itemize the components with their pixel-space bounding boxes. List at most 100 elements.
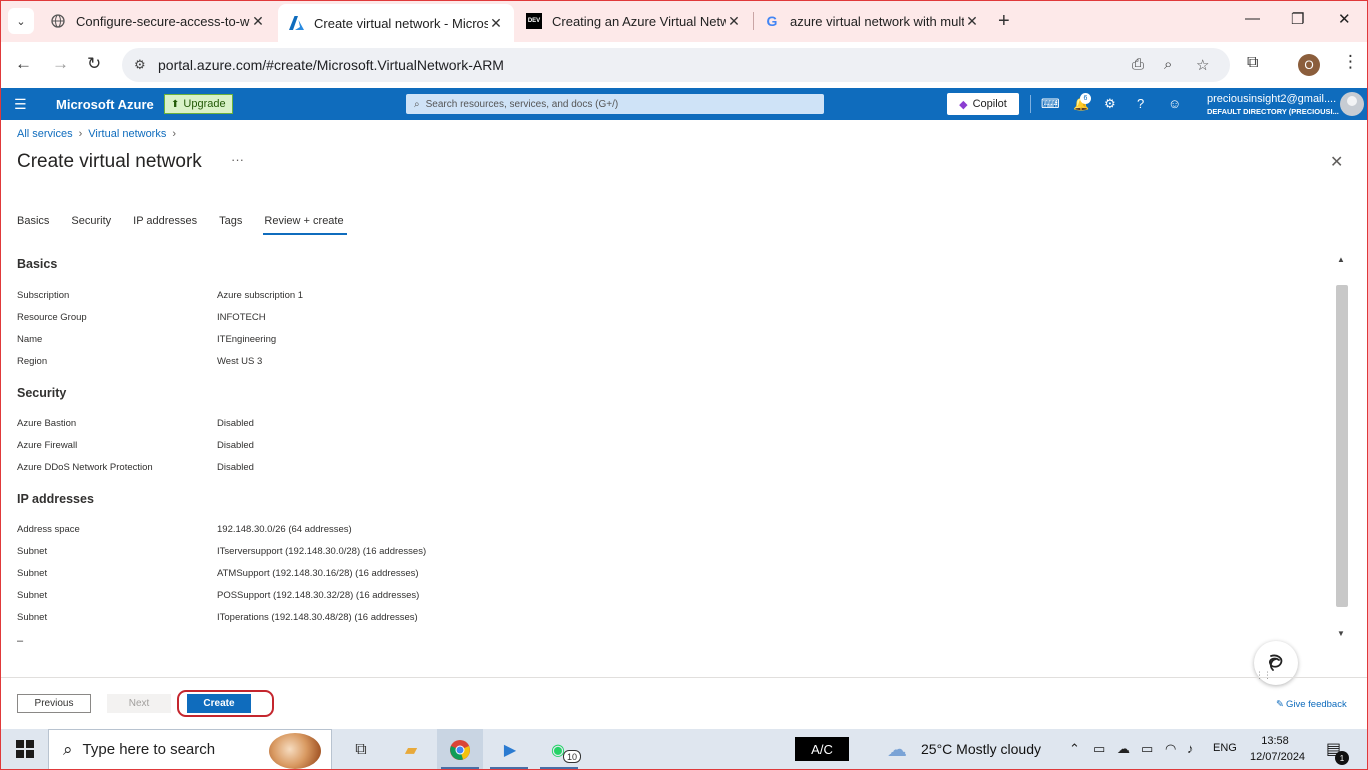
forward-arrow-icon[interactable]: → bbox=[52, 54, 69, 74]
reload-icon[interactable]: ↻ bbox=[87, 54, 101, 74]
footer-divider bbox=[0, 677, 1368, 678]
close-tab-icon[interactable]: ✕ bbox=[726, 13, 742, 30]
breadcrumb-virtual-networks[interactable]: Virtual networks bbox=[88, 128, 166, 140]
extensions-puzzle-icon[interactable]: ⧉ bbox=[1247, 54, 1258, 72]
breadcrumb-all-services[interactable]: All services bbox=[17, 128, 73, 140]
media-player-icon[interactable]: ▶ bbox=[498, 738, 522, 762]
taskbar-search-box[interactable]: ⌕ Type here to search bbox=[48, 729, 332, 770]
notification-count-badge: 6 bbox=[1080, 93, 1091, 104]
trailing-mark: – bbox=[17, 635, 24, 647]
chrome-icon[interactable] bbox=[448, 738, 472, 762]
wizard-tabs: Basics Security IP addresses Tags Review… bbox=[17, 213, 366, 235]
weather-text[interactable]: 25°C Mostly cloudy bbox=[921, 741, 1041, 757]
cloudy-weather-icon[interactable]: ☁ bbox=[887, 737, 907, 762]
close-tab-icon[interactable]: ✕ bbox=[488, 15, 504, 32]
restore-icon[interactable]: ❐ bbox=[1291, 10, 1304, 28]
more-options-icon[interactable]: ··· bbox=[231, 152, 244, 167]
globe-icon bbox=[50, 13, 66, 29]
window-close-icon[interactable]: ✕ bbox=[1338, 10, 1351, 28]
address-bar[interactable]: ⚙ portal.azure.com/#create/Microsoft.Vir… bbox=[122, 48, 1230, 82]
portal-search-box[interactable]: ⌕ bbox=[406, 94, 824, 114]
browser-tab-1[interactable]: Configure-secure-access-to-wo ✕ bbox=[40, 6, 276, 36]
dev-logo-icon: DEV bbox=[526, 13, 542, 29]
zoom-icon[interactable]: ⌕ bbox=[1164, 56, 1172, 73]
page-title: Create virtual network bbox=[17, 151, 202, 172]
section-heading-ip-addresses: IP addresses bbox=[17, 492, 94, 506]
upgrade-button[interactable]: ⬆ Upgrade bbox=[164, 94, 233, 114]
breadcrumb: All services › Virtual networks › bbox=[17, 128, 176, 140]
portal-search-input[interactable] bbox=[425, 98, 816, 110]
close-tab-icon[interactable]: ✕ bbox=[250, 13, 266, 30]
copilot-button[interactable]: ◆ Copilot bbox=[947, 93, 1019, 115]
wifi-icon[interactable]: ◠ bbox=[1165, 741, 1176, 757]
upgrade-arrow-icon: ⬆ bbox=[171, 98, 180, 110]
volume-icon[interactable]: ♪ bbox=[1187, 741, 1194, 756]
tab-search-chevron-icon[interactable]: ⌄ bbox=[8, 8, 34, 34]
next-button[interactable]: Next bbox=[107, 694, 171, 713]
account-name[interactable]: preciousinsight2@gmail.... bbox=[1207, 93, 1336, 105]
portal-menu-icon[interactable]: ☰ bbox=[14, 96, 27, 113]
tab-tags[interactable]: Tags bbox=[219, 213, 242, 235]
task-view-icon[interactable]: ⧉ bbox=[349, 738, 373, 762]
account-directory[interactable]: DEFAULT DIRECTORY (PRECIOUSI... bbox=[1207, 107, 1339, 116]
windows-start-icon[interactable] bbox=[16, 740, 34, 758]
feedback-person-icon[interactable]: ☺ bbox=[1168, 96, 1181, 111]
header-divider bbox=[1030, 95, 1031, 113]
browser-tab-3[interactable]: DEV Creating an Azure Virtual Netw ✕ bbox=[516, 6, 752, 36]
browser-tab-2-active[interactable]: Create virtual network - Micros ✕ bbox=[278, 4, 514, 42]
create-button[interactable]: Create bbox=[187, 694, 251, 713]
scroll-down-arrow-icon[interactable]: ▼ bbox=[1337, 629, 1345, 638]
search-highlight-image bbox=[269, 733, 321, 769]
chevron-right-icon: › bbox=[78, 128, 83, 140]
browser-tab-strip: ⌄ Configure-secure-access-to-wo ✕ Create… bbox=[0, 0, 1368, 42]
account-avatar[interactable] bbox=[1340, 92, 1364, 116]
bookmark-star-icon[interactable]: ☆ bbox=[1196, 56, 1209, 74]
drag-grip-icon[interactable]: ⋮⋮ bbox=[1255, 670, 1272, 681]
close-blade-icon[interactable]: ✕ bbox=[1330, 152, 1343, 172]
url-text[interactable]: portal.azure.com/#create/Microsoft.Virtu… bbox=[158, 57, 504, 73]
file-explorer-icon[interactable]: ▰ bbox=[399, 738, 423, 762]
onedrive-icon[interactable]: ☁ bbox=[1117, 741, 1130, 757]
taskbar-clock[interactable]: 13:58 12/07/2024 bbox=[1250, 733, 1305, 765]
windows-taskbar: ⌕ Type here to search ⧉ ▰ ▶ ◉ A/C ☁ 25°C… bbox=[0, 729, 1368, 770]
azure-top-bar: ☰ Microsoft Azure ⬆ Upgrade ⌕ ◆ Copilot … bbox=[0, 88, 1368, 120]
whatsapp-unread-badge: 10 bbox=[563, 750, 581, 763]
tab-basics[interactable]: Basics bbox=[17, 213, 49, 235]
battery-icon[interactable]: ▭ bbox=[1141, 741, 1153, 757]
input-language[interactable]: ENG bbox=[1213, 742, 1237, 754]
scroll-up-arrow-icon[interactable]: ▲ bbox=[1337, 255, 1345, 264]
chevron-right-icon: › bbox=[172, 128, 177, 140]
previous-button[interactable]: Previous bbox=[17, 694, 91, 713]
cloud-shell-icon[interactable]: ⌨ bbox=[1041, 96, 1060, 112]
profile-avatar[interactable]: O bbox=[1298, 54, 1320, 76]
tab-review-create[interactable]: Review + create bbox=[263, 213, 347, 235]
section-heading-security: Security bbox=[17, 386, 67, 400]
close-tab-icon[interactable]: ✕ bbox=[964, 13, 980, 30]
azure-brand[interactable]: Microsoft Azure bbox=[56, 97, 154, 112]
install-app-icon[interactable]: ⎙ bbox=[1132, 56, 1144, 73]
ac-label: A/C bbox=[795, 737, 849, 761]
give-feedback-link[interactable]: ✎ Give feedback bbox=[1276, 699, 1347, 710]
search-icon: ⌕ bbox=[63, 739, 73, 759]
chevron-up-icon[interactable]: ⌃ bbox=[1069, 741, 1080, 757]
content-scrollbar[interactable]: ▲ ▼ bbox=[1335, 255, 1349, 645]
back-arrow-icon[interactable]: ← bbox=[15, 54, 32, 74]
google-logo-icon: G bbox=[766, 13, 778, 29]
new-tab-plus-icon[interactable]: + bbox=[998, 10, 1010, 33]
action-center-badge: 1 bbox=[1335, 751, 1349, 765]
meet-now-icon[interactable]: ▭ bbox=[1093, 741, 1105, 757]
site-info-icon[interactable]: ⚙ bbox=[134, 57, 146, 73]
section-heading-basics: Basics bbox=[17, 257, 58, 271]
tab-ip-addresses[interactable]: IP addresses bbox=[133, 213, 197, 235]
browser-toolbar: ← → ↻ ⚙ portal.azure.com/#create/Microso… bbox=[0, 42, 1368, 88]
help-icon[interactable]: ? bbox=[1137, 96, 1144, 111]
tab-security[interactable]: Security bbox=[71, 213, 111, 235]
copilot-icon: ◆ bbox=[959, 98, 968, 111]
minimize-icon[interactable]: — bbox=[1245, 10, 1260, 27]
browser-menu-icon[interactable]: ⋮ bbox=[1342, 52, 1359, 72]
scrollbar-thumb[interactable] bbox=[1336, 285, 1348, 607]
search-icon: ⌕ bbox=[414, 98, 420, 110]
browser-tab-4[interactable]: G azure virtual network with multi ✕ bbox=[754, 6, 990, 36]
azure-logo-icon bbox=[288, 15, 304, 31]
settings-gear-icon[interactable]: ⚙ bbox=[1104, 96, 1116, 112]
